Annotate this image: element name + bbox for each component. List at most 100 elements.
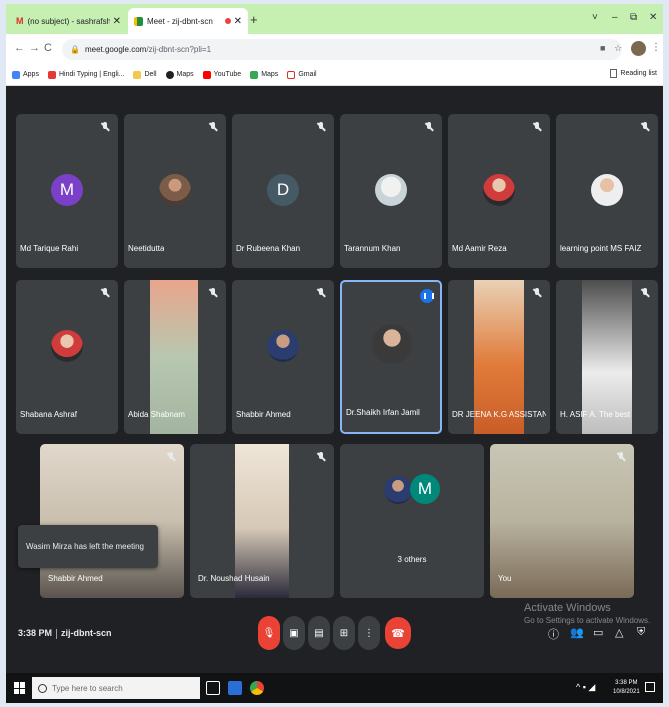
avatar xyxy=(591,174,623,206)
taskbar-search-input[interactable]: Type here to search xyxy=(32,677,200,699)
tab-gmail[interactable]: M (no subject) - sashrafshabana@g ✕ xyxy=(10,8,127,34)
host-controls-icon[interactable]: ⛨ xyxy=(637,626,645,639)
participant-tile[interactable]: D Dr Rubeena Khan xyxy=(232,114,334,268)
participant-name: Dr.Shaikh Irfan Jamil xyxy=(346,408,420,417)
participant-tile-self[interactable]: You xyxy=(490,444,634,598)
participant-tile[interactable]: Shabbir Ahmed xyxy=(232,280,334,434)
bookmarks-bar: Apps Hindi Typing | Engli... Dell Maps Y… xyxy=(6,64,663,86)
mic-off-button[interactable]: 🎙 xyxy=(258,616,280,650)
bookmark-star-icon[interactable]: ☆ xyxy=(614,43,622,54)
participant-tile-active-speaker[interactable]: Dr.Shaikh Irfan Jamil xyxy=(340,280,442,434)
participant-name: H. ASIF A. The best xyxy=(560,410,631,419)
participant-name: Md Tarique Rahi xyxy=(20,244,79,253)
muted-mic-icon xyxy=(616,452,626,462)
close-window-button[interactable]: ✕ xyxy=(649,12,657,23)
participant-tile[interactable]: Md Aamir Reza xyxy=(448,114,550,268)
word-icon[interactable] xyxy=(228,681,242,695)
participant-tile[interactable]: M Md Tarique Rahi xyxy=(16,114,118,268)
participant-name: Md Aamir Reza xyxy=(452,244,507,253)
chrome-icon[interactable] xyxy=(250,681,264,695)
muted-mic-icon xyxy=(316,288,326,298)
taskbar-clock[interactable]: 3:38 PM 10/8/2021 xyxy=(613,679,640,697)
tab-title: (no subject) - sashrafshabana@g xyxy=(27,16,110,26)
tab-meet[interactable]: Meet - zij-dbnt-scn ✕ xyxy=(128,8,248,34)
recording-icon xyxy=(224,18,231,24)
windows-start-icon[interactable] xyxy=(14,682,26,694)
participant-name: You xyxy=(498,574,512,583)
end-call-button[interactable]: ☎ xyxy=(385,617,411,649)
speaking-indicator-icon xyxy=(420,289,434,303)
restore-button[interactable]: ⧉ xyxy=(630,12,637,23)
close-icon[interactable]: ✕ xyxy=(234,16,242,27)
muted-mic-icon xyxy=(100,288,110,298)
captions-button[interactable]: ▤ xyxy=(308,616,330,650)
profile-avatar[interactable] xyxy=(631,41,646,56)
youtube-icon xyxy=(202,70,211,79)
system-tray-icons[interactable]: ^ ▪ ◢ xyxy=(576,682,595,693)
browser-menu-icon[interactable]: ⋮ xyxy=(651,42,661,53)
activities-icon[interactable]: △ xyxy=(615,626,623,639)
self-video xyxy=(490,444,634,598)
participant-name: learning point MS FAIZ xyxy=(560,244,642,253)
participant-tile[interactable]: Shabana Ashraf xyxy=(16,280,118,434)
participant-tile[interactable]: learning point MS FAIZ xyxy=(556,114,658,268)
bookmark-youtube[interactable]: YouTube xyxy=(202,70,241,79)
lock-icon: 🔒 xyxy=(70,45,80,54)
mic-off-icon: 🎙 xyxy=(262,627,276,639)
participant-tile[interactable]: H. ASIF A. The best xyxy=(556,280,658,434)
avatar xyxy=(384,476,412,504)
muted-mic-icon xyxy=(532,122,542,132)
address-bar[interactable]: 🔒 meet.google.com/zij-dbnt-scn?pli=1 xyxy=(62,39,622,60)
bookmark-dell[interactable]: Dell xyxy=(133,70,157,79)
bookmark-gmail[interactable]: Gmail xyxy=(287,70,317,79)
camera-button[interactable]: ▣ xyxy=(283,616,305,650)
muted-mic-icon xyxy=(532,288,542,298)
close-icon[interactable]: ✕ xyxy=(113,16,121,27)
participant-name: Neetidutta xyxy=(128,244,165,253)
chat-icon[interactable]: ▭ xyxy=(593,626,603,639)
participant-tile[interactable]: Dr. Noushad Husain xyxy=(190,444,334,598)
tab-search-icon[interactable]: ˅ xyxy=(592,12,598,23)
muted-mic-icon xyxy=(316,452,326,462)
task-view-icon[interactable] xyxy=(206,681,220,695)
bookmark-hindi-typing[interactable]: Hindi Typing | Engli... xyxy=(47,70,124,79)
reading-list-button[interactable]: Reading list xyxy=(610,69,657,78)
participant-tile[interactable]: Shabbir Ahmed xyxy=(40,444,184,598)
gmail-icon xyxy=(287,70,296,79)
people-icon[interactable]: 👥 xyxy=(570,626,584,639)
avatar xyxy=(51,330,83,362)
minimize-button[interactable]: – xyxy=(612,12,618,23)
back-icon[interactable]: ← xyxy=(14,42,25,54)
avatar xyxy=(375,174,407,206)
new-tab-button[interactable]: + xyxy=(250,12,258,27)
avatar xyxy=(267,330,299,362)
windows-taskbar: Type here to search ^ ▪ ◢ 3:38 PM 10/8/2… xyxy=(6,673,663,703)
meet-icon xyxy=(134,16,143,26)
url-path: /zij-dbnt-scn?pli=1 xyxy=(146,45,212,54)
avatar: D xyxy=(267,174,299,206)
info-icon[interactable]: ⓘ xyxy=(548,626,559,642)
meeting-time: 3:38 PM xyxy=(18,628,53,638)
participant-tile[interactable]: Tarannum Khan xyxy=(340,114,442,268)
participant-tile-others[interactable]: M 3 others xyxy=(340,444,484,598)
bookmark-maps[interactable]: Maps xyxy=(165,70,194,79)
participant-tile[interactable]: DR JEENA K.G ASSISTAN... xyxy=(448,280,550,434)
participant-tile[interactable]: Abida Shabnam xyxy=(124,280,226,434)
muted-mic-icon xyxy=(424,122,434,132)
camera-in-use-icon[interactable]: ■ xyxy=(600,43,605,53)
avatar xyxy=(159,174,191,206)
captions-icon: ▤ xyxy=(314,627,324,639)
present-button[interactable]: ⊞ xyxy=(333,616,355,650)
meeting-details[interactable]: 3:38 PM zij-dbnt-scn xyxy=(18,628,112,639)
reload-icon[interactable]: C xyxy=(44,42,52,54)
notifications-icon[interactable] xyxy=(645,682,655,692)
muted-mic-icon xyxy=(640,122,650,132)
bookmark-apps[interactable]: Apps xyxy=(12,70,39,79)
bookmark-maps-2[interactable]: Maps xyxy=(250,70,278,79)
participant-tile[interactable]: Neetidutta xyxy=(124,114,226,268)
notification-toast: Wasim Mirza has left the meeting xyxy=(18,525,158,568)
more-options-button[interactable]: ⋮ xyxy=(358,616,380,650)
forward-icon[interactable]: → xyxy=(29,42,40,54)
url-host: meet.google.com xyxy=(84,45,147,54)
tab-strip: M (no subject) - sashrafshabana@g ✕ Meet… xyxy=(6,4,663,34)
